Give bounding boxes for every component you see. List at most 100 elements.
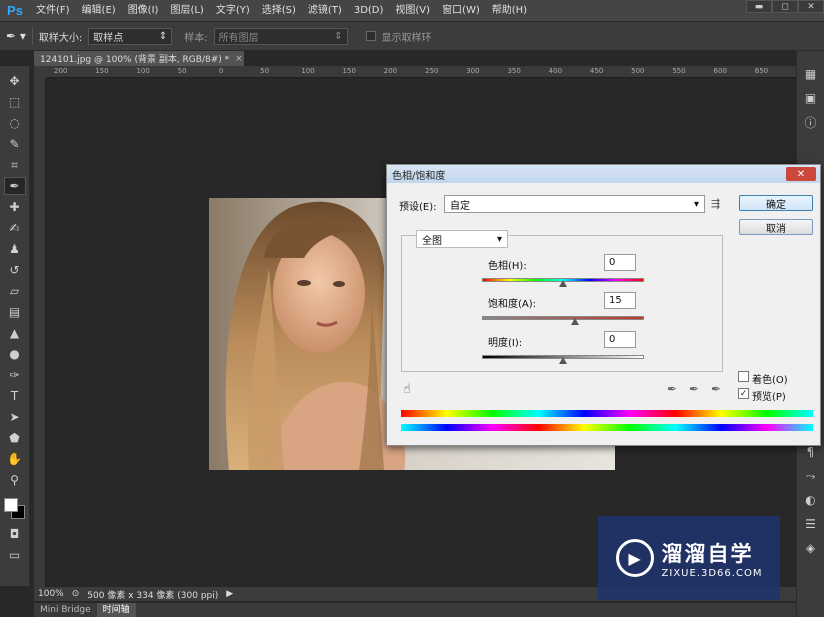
preset-label: 预设(E): (399, 202, 437, 213)
history-brush-icon[interactable]: ↺ (4, 261, 26, 279)
menu-window[interactable]: 窗口(W) (436, 0, 486, 21)
healing-icon[interactable]: ✚ (4, 198, 26, 216)
updown-icon: ⇕ (158, 30, 168, 42)
info-panel-icon[interactable]: ⓘ (801, 113, 821, 131)
crop-icon[interactable]: ⌗ (4, 156, 26, 174)
history-panel-icon[interactable]: ▦ (801, 65, 821, 83)
ruler-tick-label: 200 (383, 67, 398, 75)
sample-select[interactable]: 所有图层 ⇕ (213, 27, 348, 45)
brush-icon[interactable]: ✍ (4, 219, 26, 237)
preview-label: 预览(P) (752, 392, 786, 403)
ruler-corner (34, 66, 46, 78)
sample-size-select[interactable]: 取样点 ⇕ (88, 27, 173, 45)
foreground-color-swatch[interactable] (3, 498, 18, 512)
zoom-level[interactable]: 100% (38, 589, 64, 599)
paths-panel-icon[interactable]: ⤳ (801, 467, 821, 485)
targeted-adjust-icon[interactable]: ☝ (403, 382, 411, 397)
cancel-button[interactable]: 取消 (739, 219, 813, 235)
ruler-tick-label: 50 (260, 67, 270, 75)
eyedropper-icon[interactable]: ✒ (667, 382, 677, 396)
saturation-slider-handle[interactable] (571, 318, 579, 325)
watermark-title: 溜溜自学 (661, 541, 754, 566)
type-icon[interactable]: T (4, 387, 26, 405)
screen-mode-icon[interactable]: ▭ (4, 546, 26, 564)
document-tab[interactable]: 124101.jpg @ 100% (背景 副本, RGB/8#) * × (34, 51, 244, 66)
watermark-subtitle: ZIXUE.3D66.COM (661, 567, 763, 579)
hand-icon[interactable]: ✋ (4, 450, 26, 468)
lasso-icon[interactable]: ◌ (4, 114, 26, 132)
shape-icon[interactable]: ⬟ (4, 429, 26, 447)
pen-icon[interactable]: ✑ (4, 366, 26, 384)
hue-slider-handle[interactable] (559, 280, 567, 287)
window-controls: ▬ ◻ ✕ (746, 0, 824, 13)
status-icon[interactable]: ⊙ (72, 589, 80, 599)
marquee-icon[interactable]: ⬚ (4, 93, 26, 111)
gradient-icon[interactable]: ▤ (4, 303, 26, 321)
ruler-tick-label: 200 (54, 67, 68, 75)
tools-panel: ✥ ⬚ ◌ ✎ ⌗ ✒ ✚ ✍ ♟ ↺ ▱ ▤ ▲ ● ✑ T ➤ ⬟ ✋ ⚲ … (0, 66, 30, 586)
menu-image[interactable]: 图像(I) (122, 0, 165, 21)
properties-panel-icon[interactable]: ☰ (801, 515, 821, 533)
hue-input[interactable]: 0 (604, 254, 636, 271)
tab-mini-bridge[interactable]: Mini Bridge (34, 603, 97, 617)
horizontal-ruler: 200 150 100 50 0 50 100 150 200 250 300 350 400 450 50… (46, 66, 796, 78)
watermark-text: 溜溜自学 ZIXUE.3D66.COM (662, 538, 763, 579)
dialog-title-bar[interactable]: 色相/饱和度 ✕ (387, 165, 820, 183)
preset-select[interactable]: 自定 ▾ (444, 195, 705, 213)
menu-view[interactable]: 视图(V) (389, 0, 436, 21)
blur-icon[interactable]: ▲ (4, 324, 26, 342)
preset-value: 自定 (450, 200, 470, 212)
menu-layer[interactable]: 图层(L) (164, 0, 209, 21)
menu-select[interactable]: 选择(S) (256, 0, 302, 21)
preset-options-icon[interactable]: ⇶ (711, 197, 720, 210)
adjustment-group: 全图 ▾ 色相(H): 0 饱和度(A): 15 明度(I): 0 (401, 230, 723, 372)
menu-help[interactable]: 帮助(H) (486, 0, 533, 21)
watermark: ▶ 溜溜自学 ZIXUE.3D66.COM (598, 516, 780, 600)
path-select-icon[interactable]: ➤ (4, 408, 26, 426)
colorize-checkbox[interactable] (738, 371, 749, 382)
status-menu-arrow-icon[interactable]: ▶ (226, 589, 233, 599)
saturation-slider[interactable] (482, 316, 644, 320)
lightness-input[interactable]: 0 (604, 331, 636, 348)
eraser-icon[interactable]: ▱ (4, 282, 26, 300)
eyedropper-tool-preset-icon[interactable]: ✒ ▾ (6, 29, 26, 43)
saturation-label: 饱和度(A): (488, 299, 537, 310)
chevron-down-icon: ▾ (496, 233, 502, 245)
ruler-tick-label: 300 (466, 67, 480, 75)
menu-filter[interactable]: 滤镜(T) (302, 0, 348, 21)
menu-edit[interactable]: 编辑(E) (76, 0, 122, 21)
preview-checkbox[interactable]: ✓ (738, 388, 749, 399)
brush-panel-icon[interactable]: ◐ (801, 491, 821, 509)
maximize-button[interactable]: ◻ (772, 0, 798, 13)
stamp-icon[interactable]: ♟ (4, 240, 26, 258)
close-tab-icon[interactable]: × (235, 54, 243, 64)
adjust-panel-icon[interactable]: ▣ (801, 89, 821, 107)
dodge-icon[interactable]: ● (4, 345, 26, 363)
input-color-spectrum (401, 410, 813, 417)
menu-file[interactable]: 文件(F) (30, 0, 76, 21)
menu-type[interactable]: 文字(Y) (210, 0, 256, 21)
subtract-sample-eyedropper-icon[interactable]: ✒ (711, 382, 721, 396)
layers-panel-icon[interactable]: ◈ (801, 539, 821, 557)
hue-label: 色相(H): (488, 261, 527, 272)
lightness-slider-handle[interactable] (559, 357, 567, 364)
eyedropper-icon[interactable]: ✒ (3, 177, 26, 195)
tab-timeline[interactable]: 时间轴 (96, 603, 136, 617)
saturation-input[interactable]: 15 (604, 292, 636, 309)
lightness-label: 明度(I): (488, 338, 523, 349)
add-sample-eyedropper-icon[interactable]: ✒ (689, 382, 699, 396)
close-button[interactable]: ✕ (798, 0, 824, 13)
vertical-ruler (34, 78, 46, 588)
color-swatches[interactable] (2, 496, 28, 522)
show-ring-checkbox[interactable] (365, 31, 376, 41)
quick-mask-icon[interactable]: ◘ (4, 525, 26, 543)
minimize-button[interactable]: ▬ (746, 0, 772, 13)
dialog-title: 色相/饱和度 (392, 170, 446, 182)
move-icon[interactable]: ✥ (4, 72, 26, 90)
quick-select-icon[interactable]: ✎ (4, 135, 26, 153)
menu-3d[interactable]: 3D(D) (348, 0, 390, 21)
dialog-close-button[interactable]: ✕ (786, 167, 816, 181)
zoom-icon[interactable]: ⚲ (4, 471, 26, 489)
ok-button[interactable]: 确定 (739, 195, 813, 211)
channel-select[interactable]: 全图 ▾ (416, 230, 508, 248)
